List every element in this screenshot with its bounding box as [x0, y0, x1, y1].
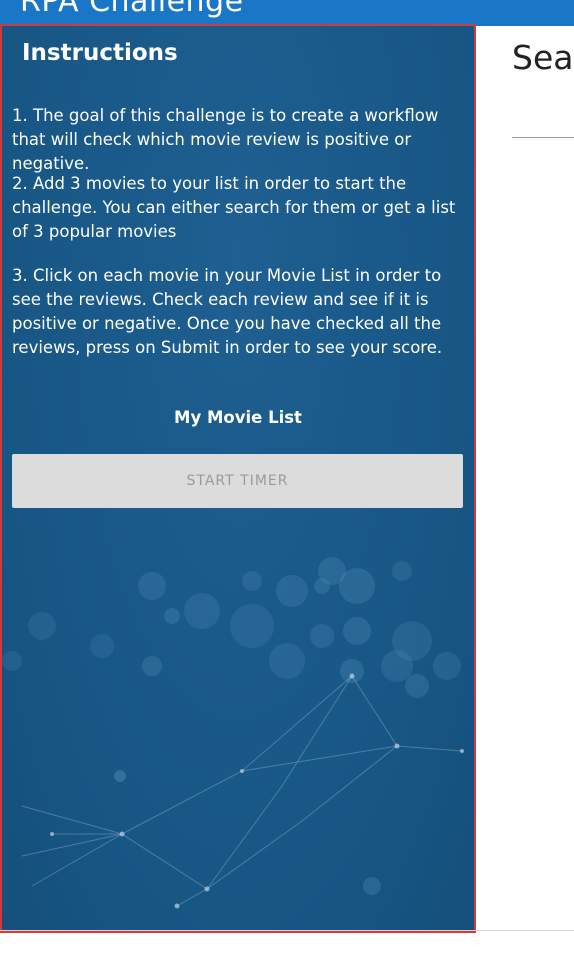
instruction-step-1: 1. The goal of this challenge is to crea…: [12, 106, 439, 173]
instruction-step-2: 2. Add 3 movies to your list in order to…: [12, 174, 456, 241]
instructions-title: Instructions: [22, 40, 178, 66]
start-timer-button[interactable]: START TIMER: [12, 454, 463, 508]
instructions-panel: Instructions 1. The goal of this challen…: [0, 24, 476, 933]
my-movie-list-title: My Movie List: [174, 408, 302, 427]
search-input-underline[interactable]: [512, 137, 574, 138]
bottom-divider: [0, 930, 574, 931]
app-title: RPA Challenge: [20, 0, 244, 19]
top-header-bar: RPA Challenge: [0, 0, 574, 26]
search-heading: Sea: [512, 38, 574, 77]
instruction-step-3: 3. Click on each movie in your Movie Lis…: [12, 266, 443, 357]
